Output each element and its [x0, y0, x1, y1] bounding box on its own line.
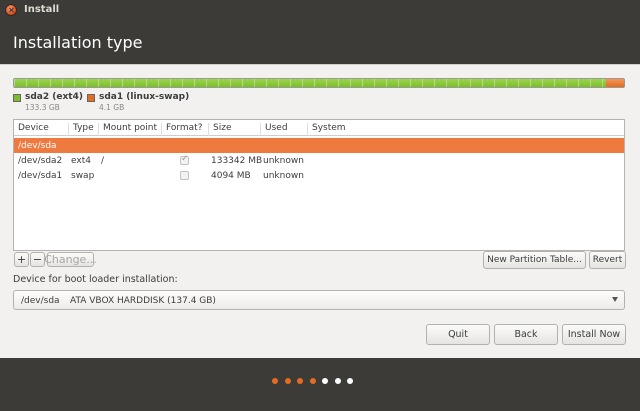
legend-swatch [87, 94, 95, 102]
progress-dot [284, 378, 291, 384]
cell-device: /dev/sda2 [18, 156, 63, 166]
partition-bar-swap-segment [605, 79, 624, 87]
cell-size: 133342 MB [211, 156, 263, 166]
page-title: Installation type [13, 33, 143, 52]
progress-dot [297, 378, 303, 384]
table-row[interactable]: /dev/sda1 swap 4094 MB unknown [14, 168, 624, 183]
progress-dot [309, 378, 316, 384]
legend-size: 133.3 GB [25, 103, 60, 112]
format-checkbox[interactable] [180, 154, 189, 165]
new-partition-table-button[interactable]: New Partition Table... [483, 251, 586, 269]
cell-device: /dev/sda1 [18, 171, 63, 181]
progress-dot [334, 378, 341, 384]
cell-mount: / [101, 156, 105, 166]
table-row[interactable]: /dev/sda [14, 138, 624, 153]
progress-dot [347, 378, 353, 384]
page-header: Installation type [0, 20, 640, 64]
legend-swatch [13, 94, 21, 102]
table-row[interactable]: /dev/sda2 ext4 / 133342 MB unknown [14, 153, 624, 168]
change-partition-button[interactable]: Change... [44, 252, 97, 267]
cell-type: ext4 [71, 156, 91, 166]
window-title: Install [24, 4, 60, 15]
cell-used: unknown [263, 156, 304, 166]
cell-type: swap [71, 171, 95, 181]
format-checkbox[interactable] [180, 171, 189, 180]
column-header-format[interactable]: Format? [162, 123, 209, 136]
column-header-type[interactable]: Type [69, 123, 99, 136]
legend-name: sda2 (ext4) [25, 92, 83, 102]
chevron-down-icon [612, 297, 618, 302]
legend-item-sda2: sda2 (ext4) 133.3 GB [13, 92, 93, 114]
partition-table: Device Type Mount point Format? Size Use… [13, 119, 625, 251]
bootloader-label: Device for boot loader installation: [13, 274, 178, 285]
main-panel: sda2 (ext4) 133.3 GB sda1 (linux-swap) 4… [0, 64, 640, 358]
table-header: Device Type Mount point Format? Size Use… [14, 120, 624, 136]
cell-size: 4094 MB [211, 171, 251, 181]
column-header-device[interactable]: Device [14, 123, 69, 136]
column-header-mount[interactable]: Mount point [99, 123, 162, 136]
progress-dot [272, 378, 278, 384]
progress-dot [322, 378, 328, 384]
bootloader-disk: ATA VBOX HARDDISK (137.4 GB) [70, 296, 216, 306]
install-now-button[interactable]: Install Now [562, 324, 626, 345]
bootloader-device: /dev/sda [21, 296, 60, 306]
close-icon[interactable] [5, 4, 17, 16]
column-header-size[interactable]: Size [209, 123, 261, 136]
legend-size: 4.1 GB [99, 103, 125, 112]
bootloader-device-select[interactable]: /dev/sda ATA VBOX HARDDISK (137.4 GB) [13, 290, 625, 310]
cell-used: unknown [263, 171, 304, 181]
quit-button[interactable]: Quit [426, 324, 490, 345]
partition-bar [13, 78, 625, 88]
back-button[interactable]: Back [494, 324, 558, 345]
cell-device: /dev/sda [18, 141, 57, 151]
column-header-system[interactable]: System [308, 123, 388, 136]
add-partition-button[interactable]: + [14, 252, 29, 267]
remove-partition-button[interactable]: − [30, 252, 45, 267]
legend-name: sda1 (linux-swap) [99, 92, 190, 102]
progress-indicator [0, 358, 640, 411]
column-header-used[interactable]: Used [261, 123, 308, 136]
title-bar: Install [0, 0, 640, 20]
revert-button[interactable]: Revert [589, 251, 626, 269]
legend-item-sda1: sda1 (linux-swap) 4.1 GB [87, 92, 197, 114]
partition-bar-grid [14, 79, 624, 87]
